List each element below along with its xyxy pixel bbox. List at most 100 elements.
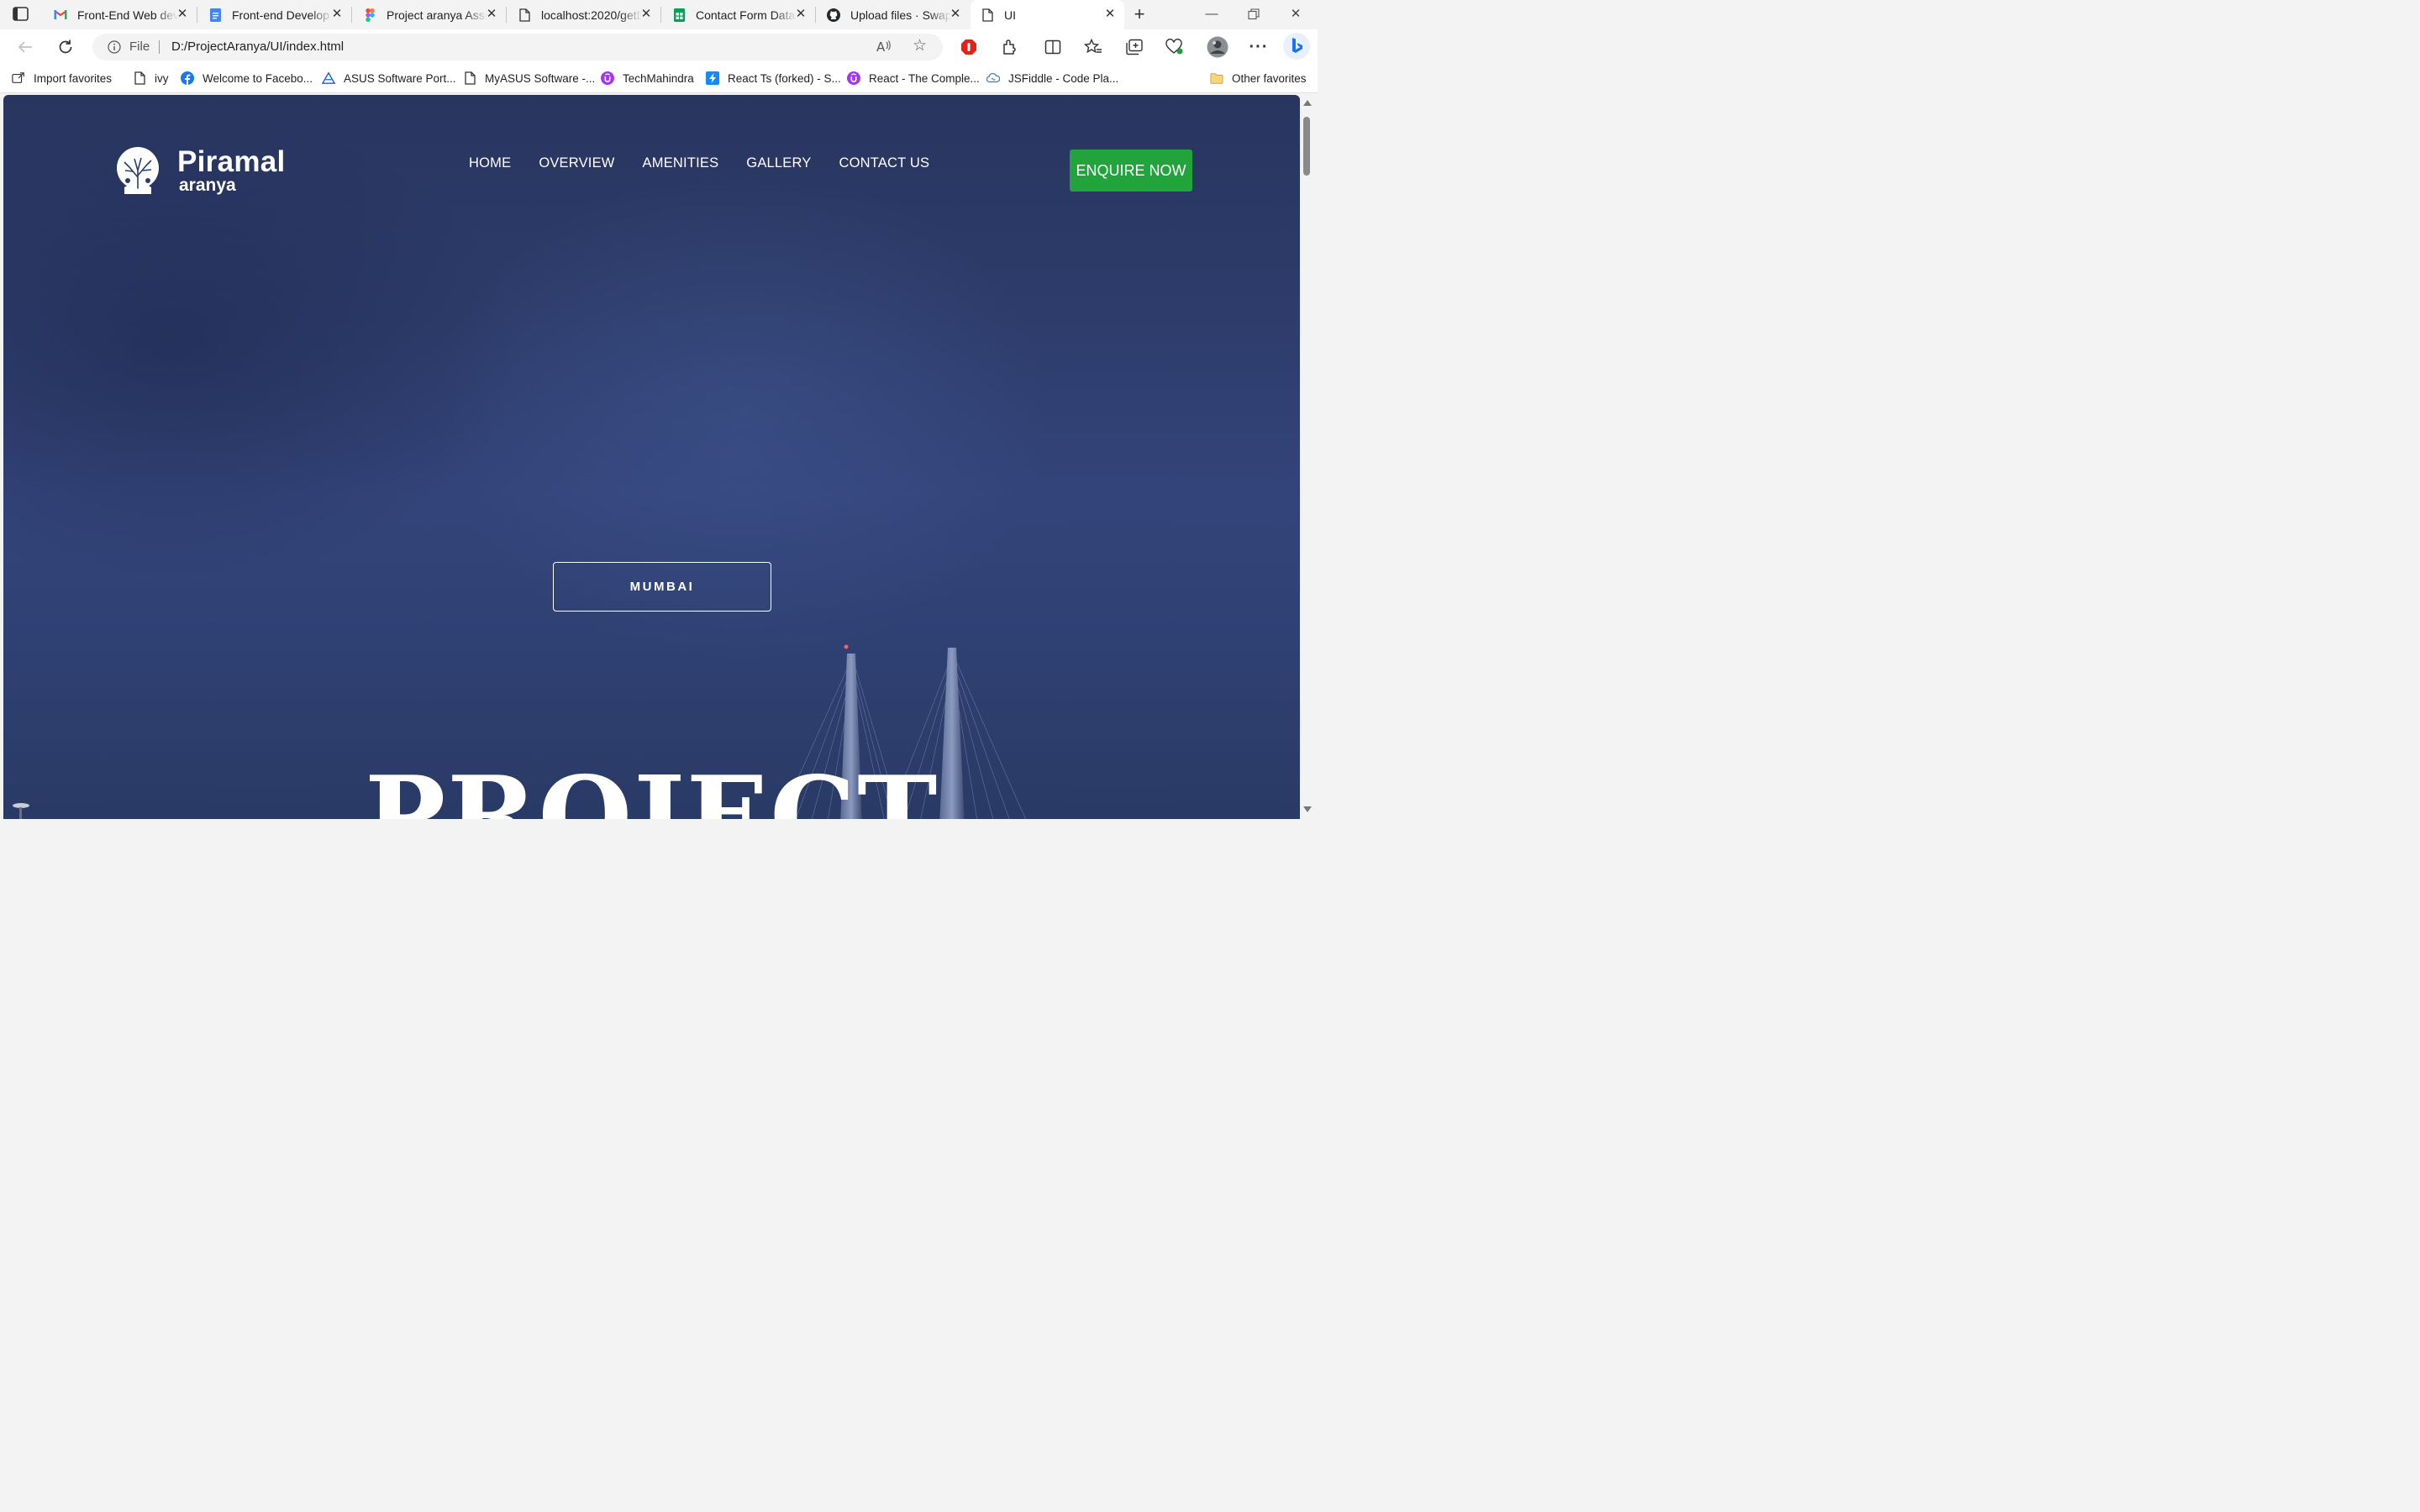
tab-actions-icon[interactable] xyxy=(12,6,30,23)
figma-icon xyxy=(363,8,376,22)
close-window-icon[interactable]: ✕ xyxy=(1279,5,1313,24)
google-docs-icon xyxy=(208,8,222,22)
nav-contact-us[interactable]: CONTACT US xyxy=(839,155,930,171)
tab-strip: Front-End Web dev ✕ Front-end Develop ✕ … xyxy=(0,0,1318,29)
read-aloud-icon[interactable]: A xyxy=(876,39,892,55)
udemy-icon xyxy=(601,71,614,85)
tab-localhost[interactable]: localhost:2020/getD ✕ xyxy=(508,0,661,29)
tab-gmail[interactable]: Front-End Web dev ✕ xyxy=(44,0,197,29)
city-button[interactable]: MUMBAI xyxy=(553,562,771,612)
minimize-icon[interactable]: — xyxy=(1195,5,1228,24)
profile-avatar[interactable] xyxy=(1207,36,1228,58)
tab-separator xyxy=(815,7,816,23)
page-icon xyxy=(518,8,531,22)
google-sheets-icon xyxy=(672,8,686,22)
page-viewport: Piramal aranya HOME OVERVIEW AMENITIES G… xyxy=(3,95,1300,819)
favorite-star-icon[interactable]: ☆ xyxy=(913,38,929,55)
split-screen-icon[interactable] xyxy=(1044,38,1062,56)
tab-figma[interactable]: Project aranya Assig ✕ xyxy=(353,0,507,29)
page-icon xyxy=(463,71,476,85)
main-nav: HOME OVERVIEW AMENITIES GALLERY CONTACT … xyxy=(469,155,957,171)
bookmark-react-complete[interactable]: React - The Comple... xyxy=(847,65,980,92)
site-logo[interactable]: Piramal aranya xyxy=(113,145,289,197)
facebook-icon xyxy=(181,71,194,85)
bing-copilot-icon[interactable] xyxy=(1282,32,1311,60)
bookmark-techmahindra[interactable]: TechMahindra xyxy=(601,65,694,92)
logo-wordmark: Piramal xyxy=(177,145,286,178)
import-icon xyxy=(12,71,25,85)
tab-separator xyxy=(506,7,507,23)
extensions-icon[interactable] xyxy=(1000,38,1018,56)
tab-google-docs[interactable]: Front-end Develop ✕ xyxy=(198,0,352,29)
bookmark-label: Import favorites xyxy=(34,71,113,85)
close-tab-icon[interactable]: ✕ xyxy=(640,8,652,20)
tab-title: Front-end Develop xyxy=(232,8,329,22)
tab-title: Front-End Web dev xyxy=(77,8,178,22)
nav-home[interactable]: HOME xyxy=(469,155,511,171)
tab-title: UI xyxy=(1004,8,1016,22)
new-tab-icon[interactable]: + xyxy=(1130,5,1149,24)
browser-essentials-icon[interactable] xyxy=(1165,38,1184,56)
nav-overview[interactable]: OVERVIEW xyxy=(539,155,614,171)
bookmark-label: Other favorites xyxy=(1232,71,1307,85)
bookmark-other-favorites[interactable]: Other favorites xyxy=(1210,65,1307,92)
refresh-icon[interactable] xyxy=(56,38,75,56)
browser-toolbar: File D:/ProjectAranya/UI/index.html A ☆ … xyxy=(0,29,1318,65)
bookmarks-bar: Import favorites ivy Welcome to Facebo..… xyxy=(0,65,1318,93)
bookmark-import-favorites[interactable]: Import favorites xyxy=(12,65,112,92)
address-url[interactable]: D:/ProjectAranya/UI/index.html xyxy=(171,39,344,54)
bookmark-label: TechMahindra xyxy=(623,71,694,85)
more-menu-icon[interactable]: ··· xyxy=(1249,38,1268,56)
scroll-up-arrow-icon[interactable] xyxy=(1303,100,1312,106)
tab-separator xyxy=(351,7,352,23)
bookmark-react-ts-forked[interactable]: React Ts (forked) - S... xyxy=(706,65,841,92)
scroll-thumb[interactable] xyxy=(1303,117,1310,176)
address-bar[interactable]: File D:/ProjectAranya/UI/index.html A ☆ xyxy=(92,34,943,60)
tab-title: Upload files · Swapn xyxy=(850,8,951,22)
address-divider xyxy=(159,40,160,54)
street-lamp-image xyxy=(13,803,29,819)
asus-icon xyxy=(322,71,335,85)
bookmark-label: ivy xyxy=(155,71,169,85)
bookmark-jsfiddle[interactable]: JSFiddle - Code Pla... xyxy=(986,65,1118,92)
bookmark-myasus[interactable]: MyASUS Software -... xyxy=(463,65,595,92)
address-scheme-label: File xyxy=(129,39,150,54)
tab-github[interactable]: Upload files · Swapn ✕ xyxy=(817,0,970,29)
tab-ui-active[interactable]: UI ✕ xyxy=(971,0,1124,29)
bookmark-asus[interactable]: ASUS Software Port... xyxy=(322,65,456,92)
tab-google-sheets[interactable]: Contact Form Data ✕ xyxy=(662,0,816,29)
tab-separator xyxy=(660,7,661,23)
scroll-down-arrow-icon[interactable] xyxy=(1303,806,1312,812)
folder-icon xyxy=(1210,71,1223,85)
close-tab-icon[interactable]: ✕ xyxy=(486,8,497,20)
vertical-scrollbar[interactable] xyxy=(1300,95,1318,819)
page-icon xyxy=(133,71,146,85)
close-tab-icon[interactable]: ✕ xyxy=(1104,8,1116,20)
tab-title: localhost:2020/getD xyxy=(541,8,642,22)
bookmark-label: Welcome to Facebo... xyxy=(203,71,313,85)
collections-icon[interactable] xyxy=(1125,38,1144,56)
page-icon xyxy=(981,8,994,22)
adblock-icon[interactable] xyxy=(960,38,978,56)
enquire-now-button[interactable]: ENQUIRE NOW xyxy=(1070,150,1192,192)
nav-gallery[interactable]: GALLERY xyxy=(746,155,811,171)
bookmark-ivy[interactable]: ivy xyxy=(133,65,169,92)
close-tab-icon[interactable]: ✕ xyxy=(795,8,807,20)
github-icon xyxy=(827,8,840,22)
bookmark-facebook[interactable]: Welcome to Facebo... xyxy=(181,65,313,92)
svg-text:A: A xyxy=(876,39,886,54)
close-tab-icon[interactable]: ✕ xyxy=(331,8,343,20)
stackblitz-icon xyxy=(706,71,719,85)
tab-title: Project aranya Assig xyxy=(387,8,487,22)
close-tab-icon[interactable]: ✕ xyxy=(950,8,961,20)
logo-subtitle: aranya xyxy=(179,176,236,195)
restore-icon[interactable] xyxy=(1237,5,1270,24)
site-info-icon[interactable] xyxy=(108,40,121,54)
bookmark-label: JSFiddle - Code Pla... xyxy=(1008,71,1119,85)
favorites-icon[interactable] xyxy=(1084,38,1102,56)
bookmark-label: ASUS Software Port... xyxy=(344,71,456,85)
close-tab-icon[interactable]: ✕ xyxy=(176,8,188,20)
udemy-icon xyxy=(847,71,860,85)
nav-amenities[interactable]: AMENITIES xyxy=(643,155,719,171)
back-icon[interactable] xyxy=(16,38,34,56)
